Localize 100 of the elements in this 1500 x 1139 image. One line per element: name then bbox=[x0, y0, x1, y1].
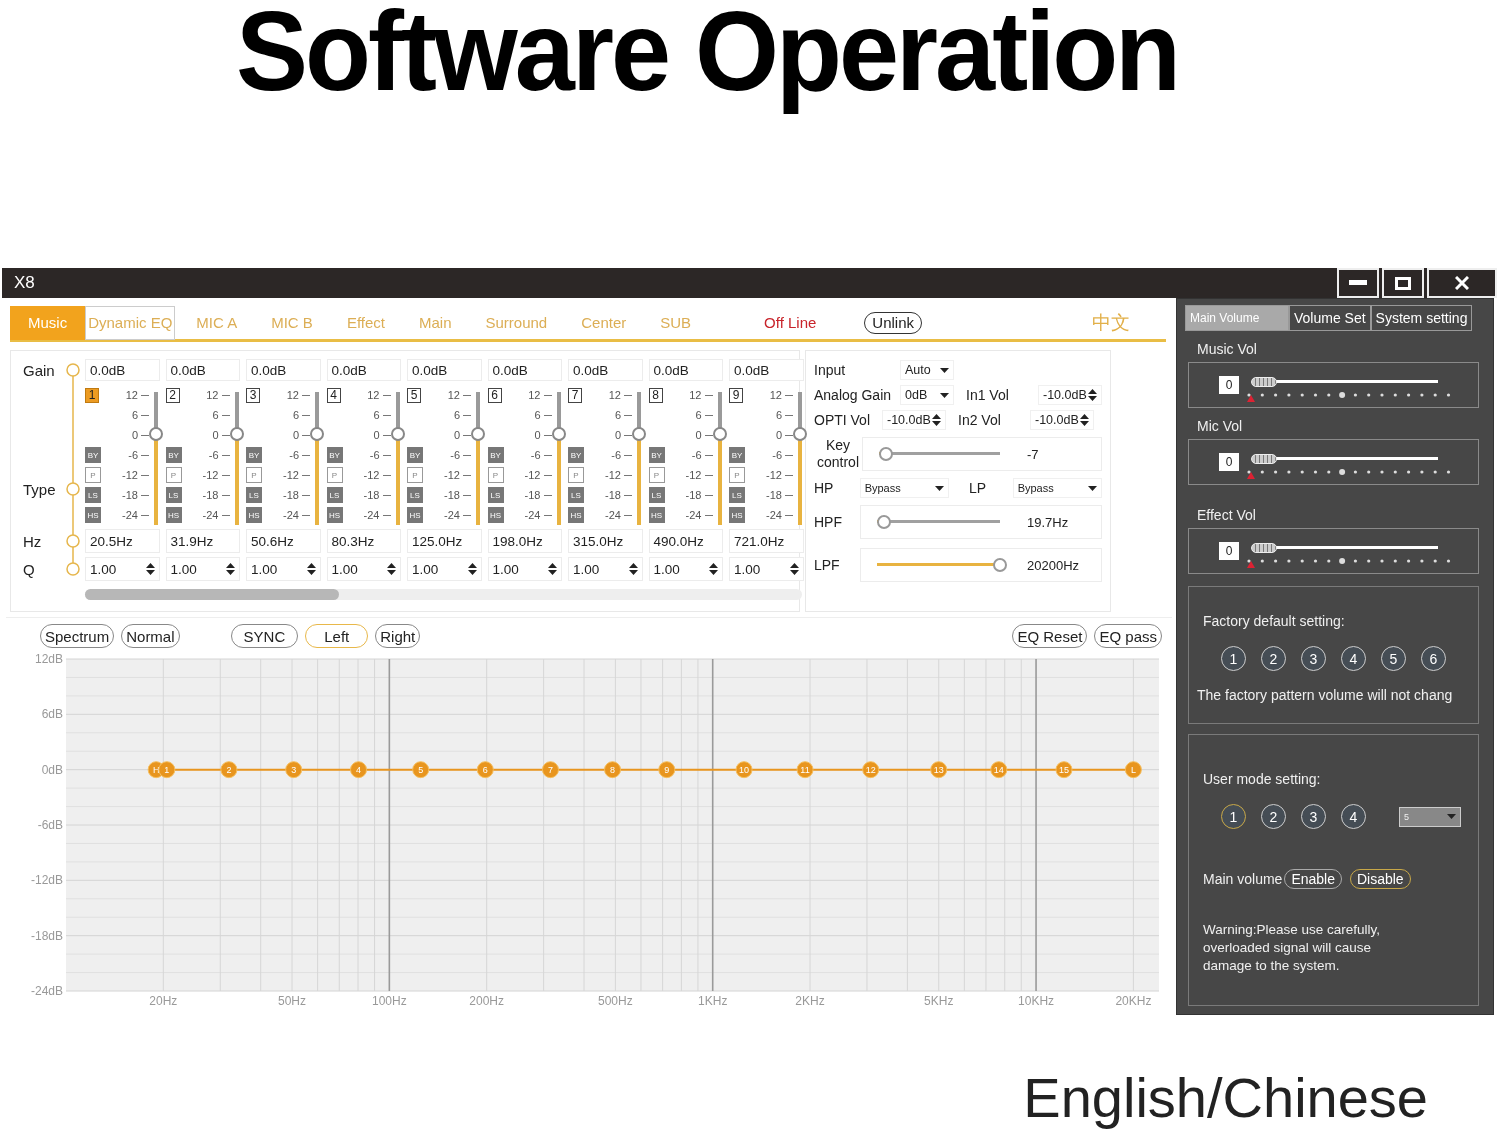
graph-mode-button[interactable]: SYNC bbox=[230, 624, 299, 648]
slider-thumb[interactable] bbox=[879, 447, 893, 461]
frequency-field[interactable]: 315.0Hz bbox=[568, 529, 643, 553]
frequency-field[interactable]: 80.3Hz bbox=[326, 529, 401, 553]
filter-type-button[interactable]: P bbox=[246, 467, 262, 483]
graph-mode-button[interactable]: Spectrum bbox=[40, 624, 115, 648]
high-pass-dropdown[interactable]: Bypass bbox=[859, 478, 949, 498]
preset-button[interactable]: 6 bbox=[1421, 646, 1446, 671]
volume-value-field[interactable]: 0 bbox=[1219, 453, 1239, 471]
volume-spin-field[interactable]: -10.0dB bbox=[882, 410, 946, 430]
low-pass-dropdown[interactable]: Bypass bbox=[1012, 478, 1102, 498]
gain-field[interactable]: 0.0dB bbox=[165, 359, 240, 381]
frequency-field[interactable]: 50.6Hz bbox=[246, 529, 321, 553]
slider-thumb[interactable] bbox=[149, 426, 163, 441]
gain-field[interactable]: 0.0dB bbox=[568, 359, 643, 381]
gain-field[interactable]: 0.0dB bbox=[487, 359, 562, 381]
band-number[interactable]: 7 bbox=[568, 387, 582, 403]
q-spin-field[interactable]: 1.00 bbox=[648, 557, 723, 581]
q-spin-field[interactable]: 1.00 bbox=[407, 557, 482, 581]
filter-type-button[interactable]: BY bbox=[407, 447, 423, 463]
unlink-button[interactable]: Unlink bbox=[864, 311, 923, 334]
input-dropdown[interactable]: Auto bbox=[900, 360, 954, 380]
preset-button[interactable]: 5 bbox=[1381, 646, 1406, 671]
horizontal-scrollbar[interactable] bbox=[85, 588, 802, 600]
frequency-field[interactable]: 721.0Hz bbox=[729, 529, 804, 553]
graph-mode-button[interactable]: Normal bbox=[121, 624, 180, 648]
slider-thumb[interactable] bbox=[632, 426, 646, 441]
band-number[interactable]: 2 bbox=[165, 387, 180, 403]
slider-thumb[interactable] bbox=[471, 426, 485, 441]
filter-type-button[interactable]: LS bbox=[326, 487, 343, 503]
band-number[interactable]: 3 bbox=[246, 387, 260, 403]
slider-thumb[interactable] bbox=[310, 426, 324, 441]
slider-thumb[interactable] bbox=[877, 515, 891, 529]
preset-button[interactable]: 4 bbox=[1341, 804, 1366, 829]
band-number[interactable]: 4 bbox=[326, 387, 341, 403]
preset-button[interactable]: 3 bbox=[1301, 804, 1326, 829]
band-number[interactable]: 6 bbox=[487, 387, 502, 403]
filter-type-button[interactable]: LS bbox=[568, 487, 584, 503]
filter-type-button[interactable]: P bbox=[487, 467, 504, 483]
filter-type-button[interactable]: HS bbox=[487, 507, 504, 523]
volume-value-field[interactable]: 0 bbox=[1219, 542, 1239, 560]
gain-field[interactable]: 0.0dB bbox=[407, 359, 482, 381]
filter-type-button[interactable]: HS bbox=[326, 507, 343, 523]
filter-type-button[interactable]: P bbox=[568, 467, 584, 483]
volume-value-field[interactable]: 0 bbox=[1219, 376, 1239, 394]
gain-field[interactable]: 0.0dB bbox=[729, 359, 804, 381]
filter-type-button[interactable]: P bbox=[326, 467, 343, 483]
filter-type-button[interactable]: LS bbox=[729, 487, 745, 503]
slider-thumb[interactable] bbox=[993, 558, 1007, 572]
band-number[interactable]: 9 bbox=[729, 387, 743, 403]
toggle-button[interactable]: Disable bbox=[1349, 869, 1411, 889]
toggle-button[interactable]: Enable bbox=[1284, 869, 1342, 889]
maximize-button[interactable] bbox=[1382, 268, 1424, 298]
filter-type-button[interactable]: LS bbox=[246, 487, 262, 503]
filter-type-button[interactable]: LS bbox=[407, 487, 423, 503]
filter-type-button[interactable]: LS bbox=[648, 487, 665, 503]
filter-type-button[interactable]: LS bbox=[85, 487, 101, 503]
filter-type-button[interactable]: HS bbox=[246, 507, 262, 523]
filter-type-button[interactable]: P bbox=[729, 467, 745, 483]
graph-mode-button[interactable]: Left bbox=[305, 624, 369, 648]
eq-action-button[interactable]: EQ Reset bbox=[1012, 624, 1088, 648]
q-spin-field[interactable]: 1.00 bbox=[85, 557, 160, 581]
slider-track[interactable] bbox=[877, 558, 1007, 572]
preset-button[interactable]: 1 bbox=[1221, 646, 1246, 671]
frequency-field[interactable]: 198.0Hz bbox=[487, 529, 562, 553]
filter-type-button[interactable]: HS bbox=[568, 507, 584, 523]
filter-type-button[interactable]: LS bbox=[487, 487, 504, 503]
volume-spin-field[interactable]: -10.0dB bbox=[1030, 410, 1094, 430]
slider-thumb[interactable] bbox=[712, 426, 727, 441]
gain-field[interactable]: 0.0dB bbox=[326, 359, 401, 381]
slider-thumb[interactable] bbox=[390, 426, 405, 441]
filter-type-button[interactable]: BY bbox=[326, 447, 343, 463]
gain-field[interactable]: 0.0dB bbox=[85, 359, 160, 381]
filter-type-button[interactable]: HS bbox=[729, 507, 745, 523]
preset-button[interactable]: 4 bbox=[1341, 646, 1366, 671]
frequency-field[interactable]: 20.5Hz bbox=[85, 529, 160, 553]
band-number[interactable]: 5 bbox=[407, 387, 421, 403]
q-spin-field[interactable]: 1.00 bbox=[326, 557, 401, 581]
frequency-field[interactable]: 31.9Hz bbox=[165, 529, 240, 553]
slider-thumb[interactable] bbox=[551, 426, 566, 441]
filter-type-button[interactable]: BY bbox=[729, 447, 745, 463]
q-spin-field[interactable]: 1.00 bbox=[568, 557, 643, 581]
close-button[interactable] bbox=[1427, 268, 1497, 298]
filter-type-button[interactable]: LS bbox=[165, 487, 182, 503]
analog-gain-dropdown[interactable]: 0dB bbox=[900, 385, 954, 405]
filter-type-button[interactable]: BY bbox=[648, 447, 665, 463]
frequency-field[interactable]: 490.0Hz bbox=[648, 529, 723, 553]
preset-button[interactable]: 2 bbox=[1261, 646, 1286, 671]
filter-type-button[interactable]: BY bbox=[487, 447, 504, 463]
tab[interactable]: Volume Set bbox=[1289, 305, 1371, 331]
band-number[interactable]: 8 bbox=[648, 387, 663, 403]
band-number[interactable]: 1 bbox=[85, 387, 99, 403]
filter-type-button[interactable]: HS bbox=[165, 507, 182, 523]
filter-type-button[interactable]: P bbox=[648, 467, 665, 483]
filter-type-button[interactable]: BY bbox=[246, 447, 262, 463]
scrollbar-thumb[interactable] bbox=[85, 588, 339, 600]
filter-type-button[interactable]: HS bbox=[85, 507, 101, 523]
filter-type-button[interactable]: BY bbox=[165, 447, 182, 463]
slider-thumb[interactable] bbox=[229, 426, 244, 441]
eq-action-button[interactable]: EQ pass bbox=[1094, 624, 1162, 648]
